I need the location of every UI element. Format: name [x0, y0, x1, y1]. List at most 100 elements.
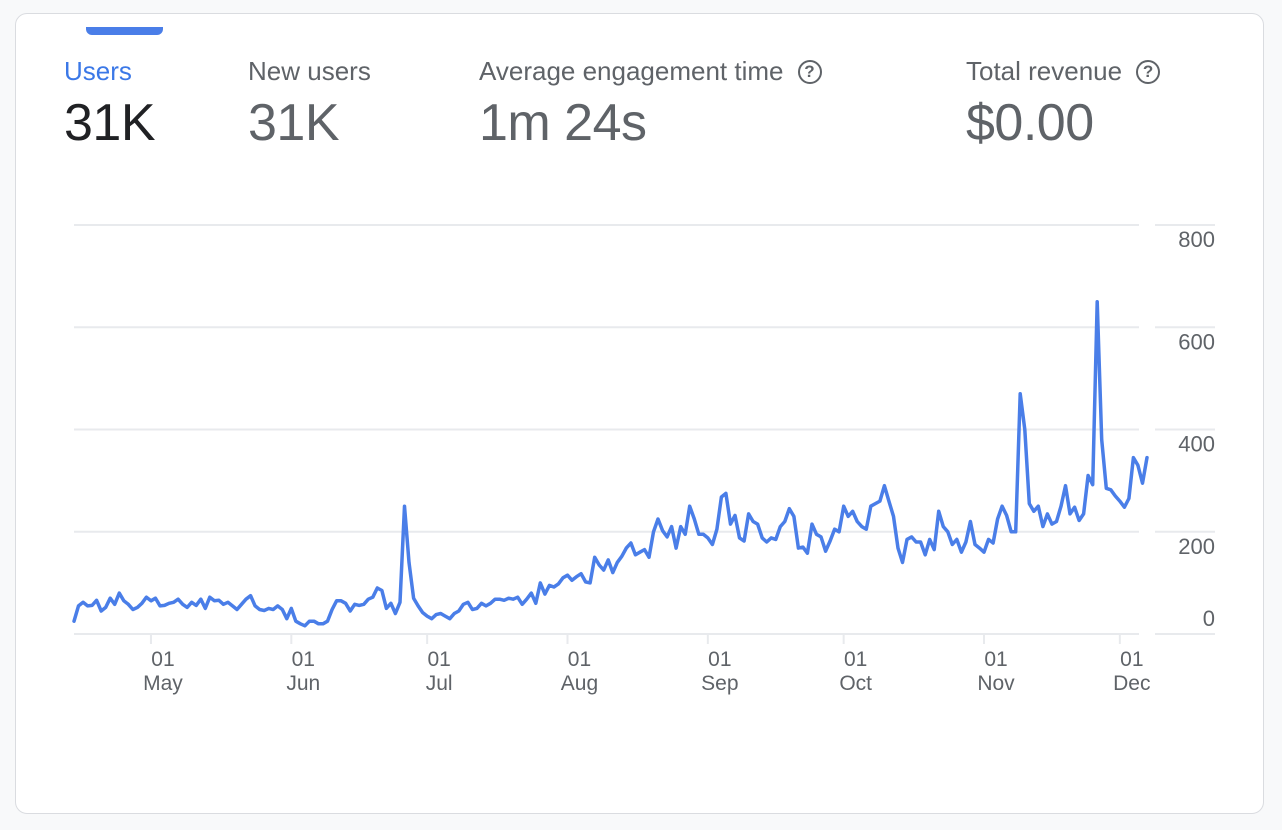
data-point: [95, 598, 99, 602]
data-point: [833, 527, 837, 531]
data-point: [86, 604, 90, 608]
data-point: [194, 603, 198, 607]
data-point: [670, 525, 674, 529]
data-point: [615, 560, 619, 564]
data-point: [104, 605, 108, 609]
data-point: [1064, 484, 1068, 488]
data-point: [90, 603, 94, 607]
data-point: [1018, 392, 1022, 396]
x-tick-month-label: Dec: [1113, 672, 1150, 695]
data-point: [140, 601, 144, 605]
data-point: [249, 594, 253, 598]
data-point: [575, 575, 579, 579]
data-point: [692, 517, 696, 521]
data-point: [181, 602, 185, 606]
data-point: [914, 540, 918, 544]
data-point: [344, 601, 348, 605]
data-point: [584, 580, 588, 584]
x-tick-month-label: Nov: [977, 672, 1015, 695]
data-point: [122, 599, 126, 603]
data-point: [72, 619, 76, 623]
data-point: [882, 484, 886, 488]
data-point: [652, 530, 656, 534]
data-point: [561, 576, 565, 580]
data-point: [887, 499, 891, 503]
data-point: [688, 504, 692, 508]
data-point: [276, 604, 280, 608]
data-point: [941, 525, 945, 529]
data-point: [1055, 520, 1059, 524]
data-point: [878, 499, 882, 503]
data-point: [321, 622, 325, 626]
data-point: [452, 612, 456, 616]
x-tick-day-label: 01: [844, 648, 867, 671]
data-point: [950, 543, 954, 547]
data-point: [864, 527, 868, 531]
data-point: [384, 606, 388, 610]
data-point: [466, 600, 470, 604]
data-point: [724, 491, 728, 495]
data-point: [547, 583, 551, 587]
data-point: [231, 604, 235, 608]
x-tick-month-label: Jul: [426, 672, 453, 695]
data-point: [493, 597, 497, 601]
data-point: [738, 536, 742, 540]
data-point: [461, 602, 465, 606]
data-point: [860, 525, 864, 529]
data-point: [475, 606, 479, 610]
data-point: [620, 554, 624, 558]
data-point: [1095, 300, 1099, 304]
data-point: [896, 546, 900, 550]
data-point: [144, 595, 148, 599]
data-point: [783, 520, 787, 524]
users-line-chart[interactable]: 020040060080001May01Jun01Jul01Aug01Sep01…: [0, 0, 1282, 830]
x-tick-day-label: 01: [568, 648, 591, 671]
data-point: [398, 600, 402, 604]
data-point: [167, 601, 171, 605]
data-point: [271, 608, 275, 612]
data-point: [240, 602, 244, 606]
data-point: [828, 539, 832, 543]
x-tick-month-label: Jun: [286, 672, 320, 695]
data-point: [380, 589, 384, 593]
x-tick-day-label: 01: [984, 648, 1007, 671]
data-point: [923, 553, 927, 557]
data-point: [371, 595, 375, 599]
data-point: [1073, 505, 1077, 509]
data-point: [113, 602, 117, 606]
data-point: [978, 546, 982, 550]
data-point: [556, 582, 560, 586]
data-point: [348, 609, 352, 613]
data-point: [154, 596, 158, 600]
data-point: [529, 591, 533, 595]
data-point: [566, 573, 570, 577]
data-point: [643, 548, 647, 552]
data-point: [552, 585, 556, 589]
data-point: [149, 599, 153, 603]
data-point: [126, 602, 130, 606]
data-point: [1086, 474, 1090, 478]
data-point: [674, 546, 678, 550]
data-point: [303, 624, 307, 628]
data-point: [987, 537, 991, 541]
data-point: [489, 601, 493, 605]
data-point: [919, 540, 923, 544]
data-point: [294, 619, 298, 623]
x-tick-day-label: 01: [1120, 648, 1143, 671]
data-point: [1023, 428, 1027, 432]
data-point: [697, 532, 701, 536]
data-point: [163, 603, 167, 607]
x-tick-day-label: 01: [427, 648, 450, 671]
data-point: [1027, 502, 1031, 506]
data-point: [638, 550, 642, 554]
data-point: [217, 598, 221, 602]
x-tick-day-label: 01: [151, 648, 174, 671]
data-point: [982, 550, 986, 554]
data-point: [1045, 512, 1049, 516]
series-line-users[interactable]: [72, 299, 1149, 628]
data-point: [1077, 519, 1081, 523]
data-point: [815, 532, 819, 536]
data-point: [412, 596, 416, 600]
data-point: [393, 612, 397, 616]
data-point: [633, 553, 637, 557]
